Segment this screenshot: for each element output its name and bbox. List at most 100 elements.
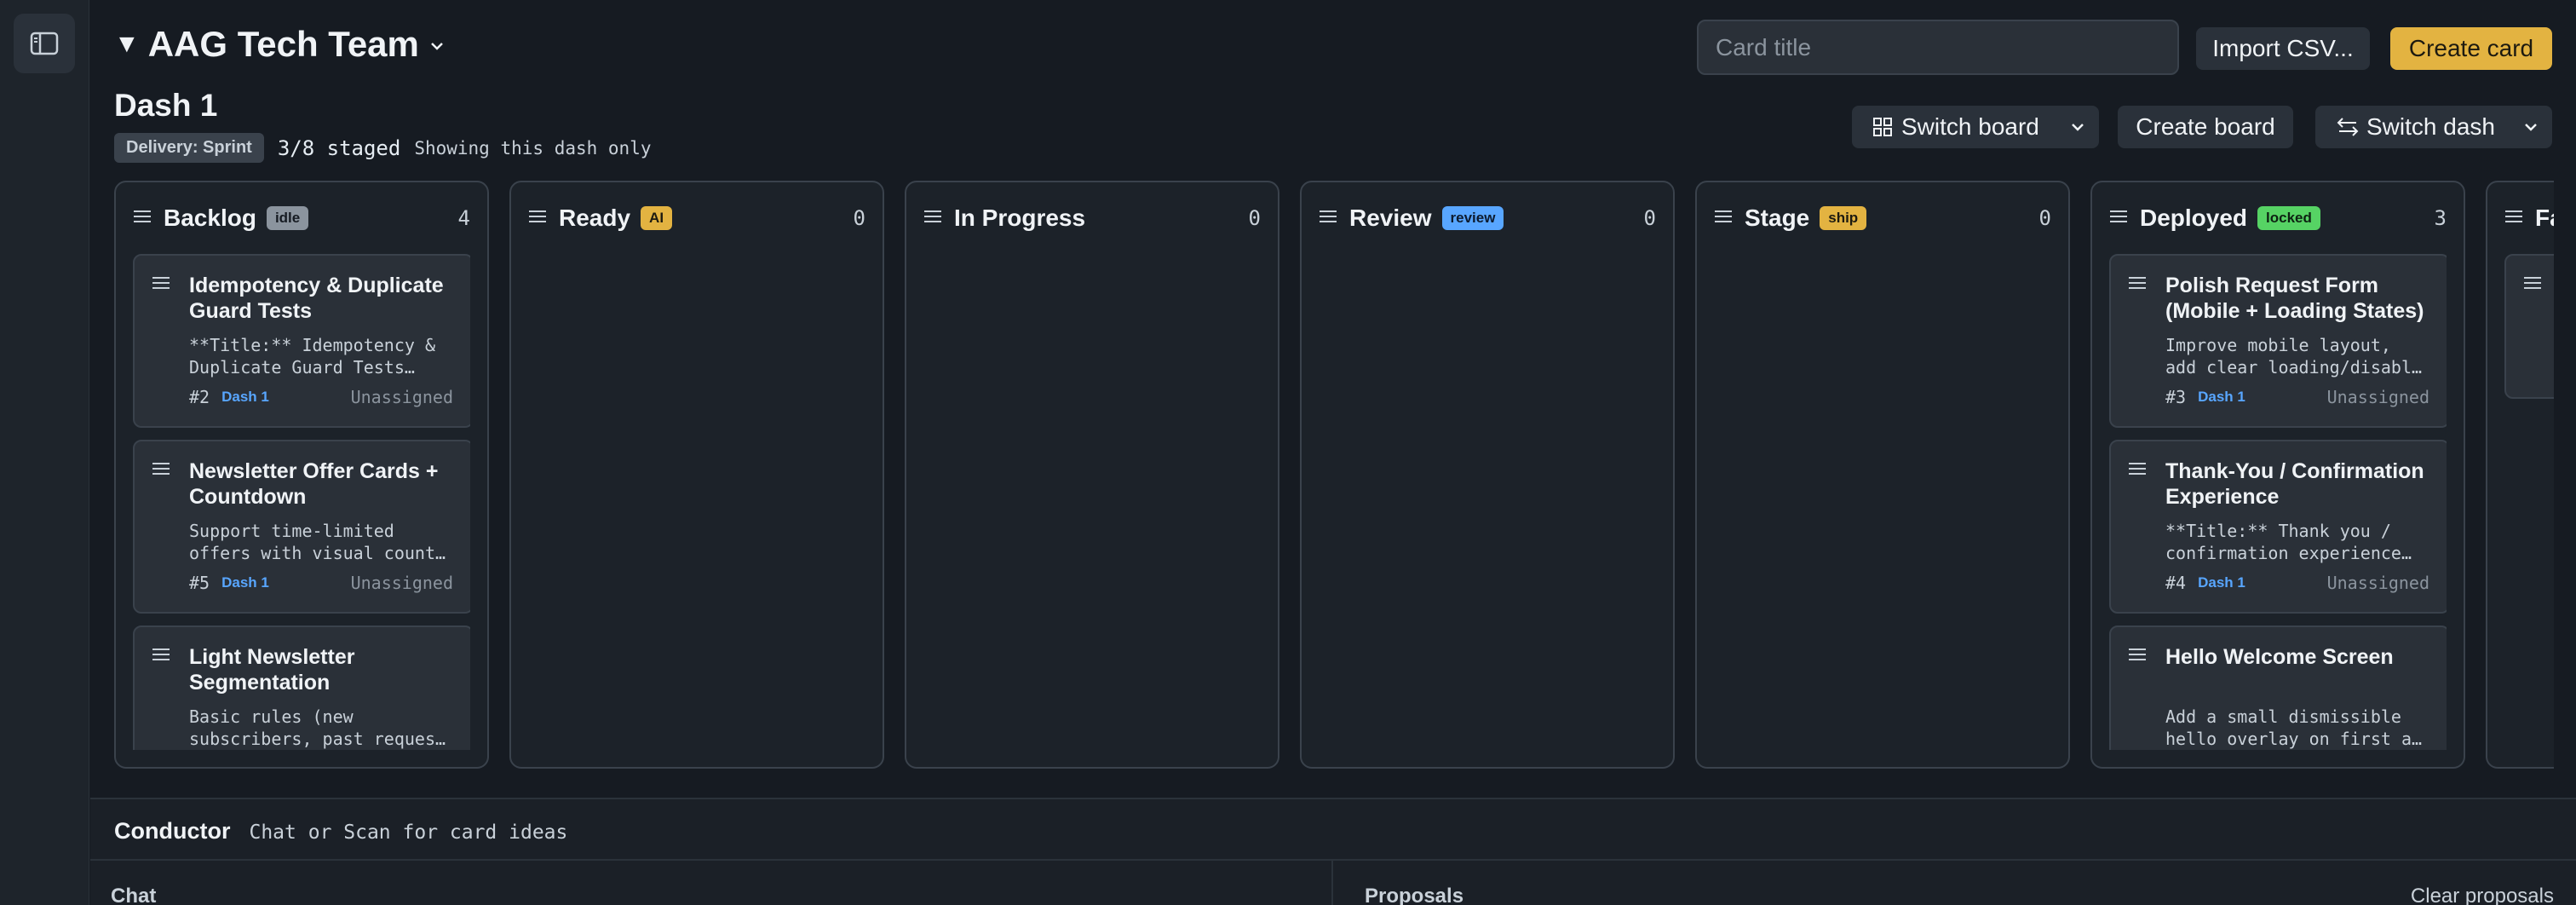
column-backlog: Backlog idle 4 Idempotency & Duplicate Guar…	[114, 181, 489, 769]
column-cards	[1319, 254, 1656, 750]
create-card-button[interactable]: Create card	[2390, 27, 2552, 70]
column-count: 0	[2038, 206, 2051, 230]
column-header: Deployed locked 3	[2092, 182, 2464, 254]
column-tag-badge: AI	[641, 206, 673, 230]
kanban-card[interactable]	[2504, 254, 2554, 399]
drag-handle-icon[interactable]	[2523, 276, 2542, 294]
column-count: 0	[1643, 206, 1656, 230]
card-dash-link[interactable]: Dash 1	[221, 574, 269, 591]
chevron-down-icon[interactable]	[2070, 122, 2085, 132]
card-dash-link[interactable]: Dash 1	[2198, 574, 2245, 591]
kanban-card[interactable]: Hello Welcome Screen Add a small dismissi…	[2109, 625, 2447, 750]
card-assignee[interactable]: Unassigned	[2327, 573, 2429, 593]
column-header: Review review 0	[1302, 182, 1673, 254]
column-header: In Progress 0	[906, 182, 1278, 254]
drag-handle-icon[interactable]	[2128, 276, 2147, 294]
card-description: Add a small dismissible hello overlay on …	[2165, 706, 2429, 750]
card-description: **Title:** Idempotency & Duplicate Guard …	[189, 334, 453, 378]
card-description-line: Duplicate Guard Tests…	[189, 357, 415, 378]
card-footer: #2 Dash 1 Unassigned	[189, 387, 453, 407]
drag-handle-icon[interactable]	[2128, 648, 2147, 666]
column-title: Fa	[2535, 205, 2554, 231]
drag-handle-icon[interactable]	[923, 210, 942, 228]
kanban-card[interactable]: Idempotency & Duplicate Guard Tests **Tit…	[133, 254, 470, 428]
kanban-card[interactable]: Light Newsletter Segmentation Basic rules…	[133, 625, 470, 750]
conductor-split: Chat Proposals Clear proposals	[90, 859, 2576, 905]
card-title-input[interactable]	[1697, 20, 2179, 75]
card-description-line: **Title:** Thank you /	[2165, 521, 2391, 541]
card-dash-link[interactable]: Dash 1	[2198, 389, 2245, 406]
column-header: Ready AI 0	[511, 182, 883, 254]
showing-scope: Showing this dash only	[414, 137, 652, 159]
column-title: Stage	[1745, 205, 1810, 231]
column-title: Backlog	[164, 205, 256, 231]
kanban-card[interactable]: Newsletter Offer Cards + Countdown Suppor…	[133, 440, 470, 614]
switch-dash-button[interactable]: Switch dash	[2315, 106, 2552, 148]
switch-board-label: Switch board	[1901, 113, 2039, 140]
drag-handle-icon[interactable]	[528, 210, 547, 228]
chevron-down-icon[interactable]	[2523, 122, 2539, 132]
card-number: #5	[189, 573, 210, 593]
proposals-panel-label: Proposals	[1365, 885, 1464, 905]
card-assignee[interactable]: Unassigned	[351, 573, 453, 593]
board-title-selector[interactable]: ▼ AAG Tech Team	[114, 24, 445, 65]
card-assignee[interactable]: Unassigned	[2327, 387, 2429, 407]
conductor-panel: Conductor Chat or Scan for card ideas Ch…	[90, 798, 2576, 905]
column-title: Deployed	[2140, 205, 2248, 231]
drag-handle-icon[interactable]	[152, 462, 170, 480]
column-deployed: Deployed locked 3 Polish Request Form (Mobi…	[2090, 181, 2465, 769]
create-board-button[interactable]: Create board	[2118, 106, 2293, 148]
column-title: Ready	[559, 205, 631, 231]
card-assignee[interactable]: Unassigned	[351, 387, 453, 407]
column-tag-badge: locked	[2257, 206, 2320, 230]
conductor-subtitle: Chat or Scan for card ideas	[249, 821, 568, 844]
drag-handle-icon[interactable]	[1319, 210, 1337, 228]
kanban-card[interactable]: Polish Request Form (Mobile + Loading St…	[2109, 254, 2447, 428]
card-title: Idempotency & Duplicate Guard Tests	[189, 274, 444, 323]
collapse-triangle-icon[interactable]: ▼	[114, 30, 140, 59]
drag-handle-icon[interactable]	[152, 276, 170, 294]
kanban-card[interactable]: Thank-You / Confirmation Experience **Tit…	[2109, 440, 2447, 614]
drag-handle-icon[interactable]	[2504, 210, 2523, 228]
card-description-line: subscribers, past reques…	[189, 729, 446, 749]
column-stage: Stage ship 0	[1695, 181, 2070, 769]
chevron-down-icon	[431, 43, 443, 50]
conductor-header: Conductor Chat or Scan for card ideas	[114, 818, 567, 844]
card-title: Polish Request Form (Mobile + Loading St…	[2165, 274, 2424, 323]
card-description-line: Support time-limited	[189, 521, 394, 541]
chat-panel-label: Chat	[111, 885, 157, 905]
column-title: In Progress	[954, 205, 1086, 231]
card-description-line: **Title:** Idempotency &	[189, 335, 435, 355]
card-footer: #5 Dash 1 Unassigned	[189, 573, 453, 593]
card-description: Support time-limited offers with visual c…	[189, 520, 453, 564]
card-description-line: Add a small dismissible	[2165, 706, 2401, 727]
card-description: **Title:** Thank you / confirmation exper…	[2165, 520, 2429, 564]
column-count: 4	[457, 206, 470, 230]
card-description: Basic rules (new subscribers, past reques…	[189, 706, 453, 750]
drag-handle-icon[interactable]	[2109, 210, 2128, 228]
clear-proposals-button[interactable]: Clear proposals	[2411, 885, 2554, 905]
sidebar-toggle-button[interactable]	[14, 14, 75, 73]
drag-handle-icon[interactable]	[133, 210, 152, 228]
card-dash-link[interactable]: Dash 1	[221, 389, 269, 406]
switch-board-button[interactable]: Switch board	[1852, 106, 2099, 148]
column-tag-badge: idle	[266, 206, 309, 230]
card-number: #3	[2165, 387, 2187, 407]
column-count: 0	[853, 206, 865, 230]
panel-divider[interactable]	[1331, 861, 1333, 905]
column-header: Backlog idle 4	[116, 182, 487, 254]
dash-meta: Delivery: Sprint 3/8 staged Showing this…	[114, 133, 651, 163]
dash-title: Dash 1	[114, 88, 218, 123]
drag-handle-icon[interactable]	[152, 648, 170, 666]
drag-handle-icon[interactable]	[1714, 210, 1733, 228]
card-number: #2	[189, 387, 210, 407]
conductor-title: Conductor	[114, 818, 231, 844]
card-description: Improve mobile layout, add clear loading/…	[2165, 334, 2429, 378]
column-tag-badge: review	[1441, 206, 1504, 230]
card-footer: #4 Dash 1 Unassigned	[2165, 573, 2429, 593]
card-title: Light Newsletter Segmentation	[189, 645, 355, 695]
column-fa: Fa	[2486, 181, 2554, 769]
drag-handle-icon[interactable]	[2128, 462, 2147, 480]
import-csv-button[interactable]: Import CSV...	[2196, 27, 2370, 70]
grid-icon	[1873, 118, 1892, 136]
